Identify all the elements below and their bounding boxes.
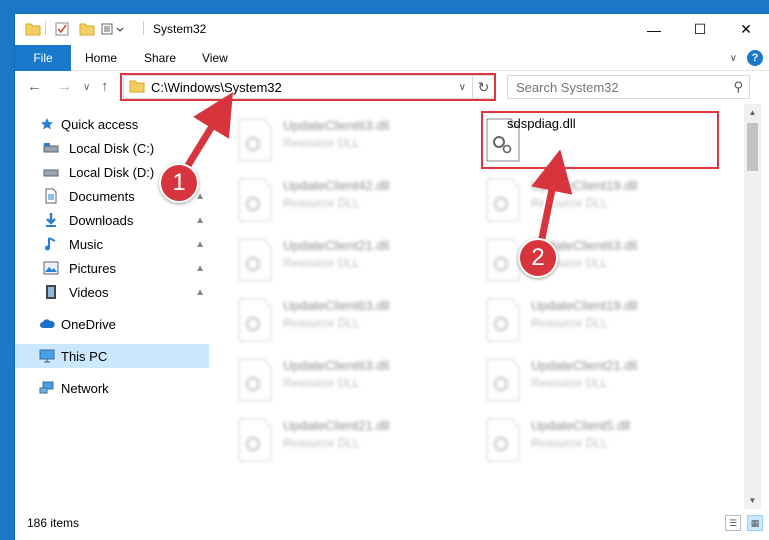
step-one-badge: 1 bbox=[159, 163, 199, 203]
arrow-one bbox=[181, 92, 233, 174]
step-two-badge: 2 bbox=[518, 238, 558, 278]
annotation-arrows bbox=[178, 92, 573, 254]
